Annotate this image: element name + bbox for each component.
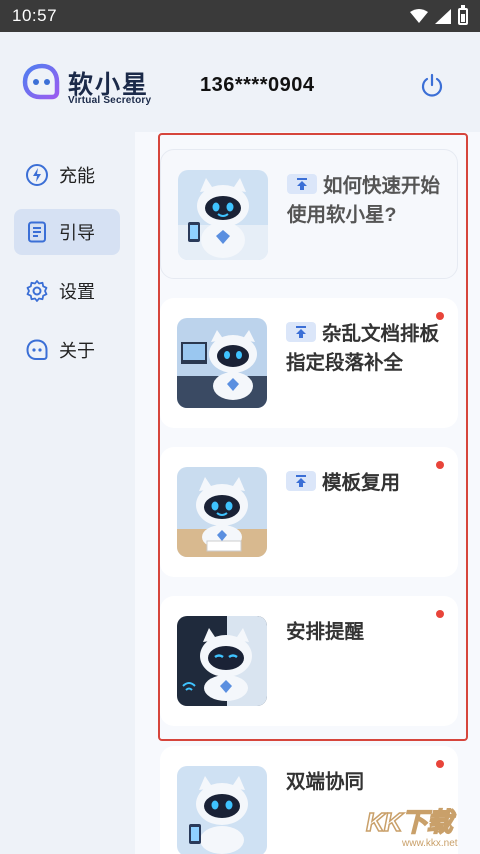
sidebar-item-label: 引导 bbox=[59, 223, 95, 243]
robot-thumbnail bbox=[177, 467, 267, 557]
guide-card[interactable]: 杂乱文档排板指定段落补全 bbox=[160, 298, 458, 428]
pin-icon bbox=[286, 322, 316, 342]
robot-thumbnail bbox=[178, 170, 268, 260]
gear-icon bbox=[25, 279, 49, 303]
logo-icon bbox=[22, 63, 60, 100]
document-icon bbox=[25, 220, 49, 244]
brand-subtitle: Virtual Secretory bbox=[68, 95, 152, 106]
guide-card[interactable]: 安排提醒 bbox=[160, 596, 458, 726]
lightning-icon bbox=[25, 163, 49, 187]
robot-thumbnail bbox=[177, 766, 267, 854]
robot-thumbnail bbox=[177, 616, 267, 706]
pin-icon bbox=[287, 174, 317, 194]
sidebar-item-settings[interactable]: 设置 bbox=[14, 268, 120, 314]
wifi-icon bbox=[410, 9, 428, 23]
unread-dot bbox=[436, 610, 444, 618]
account-phone: 136****0904 bbox=[200, 74, 315, 96]
app-header: 软小星 Virtual Secretory 136****0904 bbox=[0, 32, 480, 132]
signal-icon bbox=[435, 8, 451, 24]
unread-dot bbox=[436, 760, 444, 768]
guide-card-title: 杂乱文档排板指定段落补全 bbox=[286, 322, 440, 374]
guide-card[interactable]: 如何快速开始使用软小星? bbox=[160, 149, 458, 279]
chat-icon bbox=[25, 338, 49, 362]
watermark-text: KK下载 bbox=[365, 806, 453, 838]
sidebar-item-label: 充能 bbox=[59, 166, 95, 186]
sidebar-item-label: 设置 bbox=[59, 282, 95, 302]
guide-card-title: 模板复用 bbox=[286, 469, 446, 498]
sidebar-item-label: 关于 bbox=[59, 341, 95, 361]
status-time: 10:57 bbox=[12, 6, 58, 25]
watermark: KK下载 www.kkx.net bbox=[362, 800, 480, 854]
sidebar-item-guide[interactable]: 引导 bbox=[14, 209, 120, 255]
guide-card-title: 如何快速开始使用软小星? bbox=[287, 174, 441, 226]
status-icons bbox=[410, 4, 468, 25]
unread-dot bbox=[436, 461, 444, 469]
guide-card[interactable]: 模板复用 bbox=[160, 447, 458, 577]
pin-icon bbox=[286, 471, 316, 491]
status-bar: 10:57 bbox=[0, 0, 480, 32]
power-icon[interactable] bbox=[418, 71, 446, 99]
watermark-url: www.kkx.net bbox=[402, 838, 458, 849]
unread-dot bbox=[436, 312, 444, 320]
robot-thumbnail bbox=[177, 318, 267, 408]
guide-card-title: 双端协同 bbox=[286, 771, 365, 793]
sidebar-item-about[interactable]: 关于 bbox=[14, 327, 120, 373]
battery-icon bbox=[458, 4, 468, 25]
guide-card-title: 安排提醒 bbox=[286, 621, 365, 643]
sidebar: 充能 引导 设置 关于 bbox=[0, 132, 135, 854]
sidebar-item-charge[interactable]: 充能 bbox=[14, 152, 120, 198]
